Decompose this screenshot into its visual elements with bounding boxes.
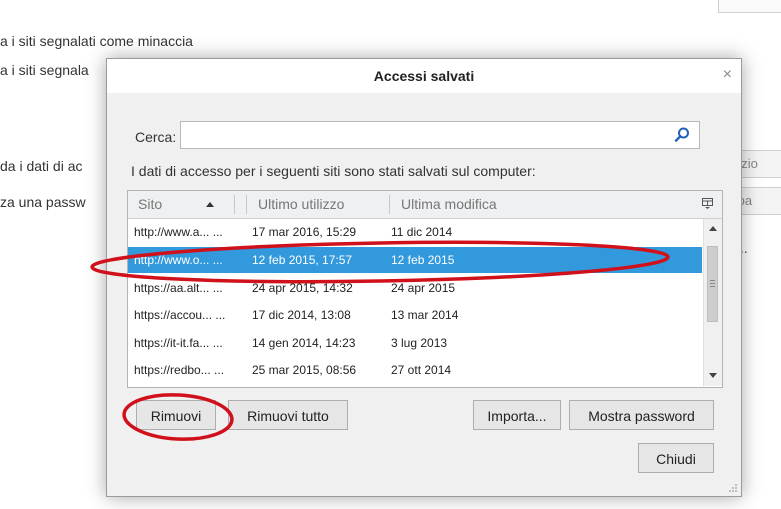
last-modified-cell: 3 lug 2013 [391, 336, 448, 350]
background-text-line-2: a i siti segnala [0, 62, 89, 78]
table-row[interactable]: http://www.a... ... 17 mar 2016, 15:29 1… [128, 219, 702, 245]
site-cell: https://redbo... ... [134, 363, 225, 377]
table-header: Sito Ultimo utilizzo Ultima modifica [128, 191, 722, 219]
close-button[interactable]: Chiudi [638, 443, 714, 473]
last-used-cell: 17 dic 2014, 13:08 [252, 308, 351, 322]
last-modified-cell: 12 feb 2015 [391, 253, 455, 267]
column-picker-icon[interactable] [702, 198, 713, 209]
background-button-edge [718, 0, 781, 13]
saved-logins-description: I dati di accesso per i seguenti siti so… [131, 163, 536, 179]
logins-table: Sito Ultimo utilizzo Ultima modifica htt… [127, 190, 723, 388]
table-row[interactable]: https://redbo... ... 25 mar 2015, 08:56 … [128, 357, 702, 383]
table-row[interactable]: https://aa.alt... ... 24 apr 2015, 14:32… [128, 275, 702, 301]
last-used-cell: 17 mar 2016, 15:29 [252, 225, 357, 239]
close-icon[interactable]: × [723, 66, 732, 84]
search-input[interactable] [185, 122, 669, 148]
saved-logins-dialog: Accessi salvati × Cerca: I dati di acces… [106, 58, 742, 497]
last-modified-cell: 13 mar 2014 [391, 308, 459, 322]
last-modified-cell: 24 apr 2015 [391, 281, 456, 295]
resize-grip-icon[interactable] [728, 483, 738, 493]
remove-all-button[interactable]: Rimuovi tutto [228, 400, 348, 430]
remove-button[interactable]: Rimuovi [136, 400, 216, 430]
background-text-line-1: a i siti segnalati come minaccia [0, 33, 193, 49]
scroll-up-arrow-icon[interactable] [709, 226, 717, 231]
show-passwords-button[interactable]: Mostra password [569, 400, 714, 430]
scroll-down-arrow-icon[interactable] [709, 373, 717, 378]
table-row[interactable]: https://it-it.fa... ... 14 gen 2014, 14:… [128, 330, 702, 356]
site-cell: https://aa.alt... ... [134, 281, 223, 295]
last-used-cell: 12 feb 2015, 17:57 [252, 253, 353, 267]
background-text-line-4: za una passw [0, 194, 86, 210]
sort-ascending-icon [206, 202, 214, 207]
site-cell: http://www.o... ... [134, 253, 223, 267]
grip-line [710, 286, 715, 287]
last-used-cell: 25 mar 2015, 08:56 [252, 363, 357, 377]
column-header-last-modified[interactable]: Ultima modifica [401, 191, 497, 218]
table-row[interactable]: https://accou... ... 17 dic 2014, 13:08 … [128, 302, 702, 328]
last-modified-cell: 27 ott 2014 [391, 363, 452, 377]
last-modified-cell: 11 dic 2014 [391, 225, 453, 239]
table-row-selected[interactable]: http://www.o... ... 12 feb 2015, 17:57 1… [128, 247, 702, 273]
search-field[interactable] [180, 121, 700, 149]
column-separator [246, 195, 247, 214]
site-cell: https://accou... ... [134, 308, 226, 322]
search-label: Cerca: [135, 129, 177, 145]
site-cell: https://it-it.fa... ... [134, 336, 223, 350]
column-header-last-used[interactable]: Ultimo utilizzo [258, 191, 344, 218]
search-icon[interactable] [673, 126, 691, 144]
column-header-site[interactable]: Sito [138, 191, 162, 218]
column-separator [234, 195, 235, 214]
last-used-cell: 14 gen 2014, 14:23 [252, 336, 356, 350]
table-scrollbar[interactable] [703, 219, 722, 386]
column-separator [389, 195, 390, 214]
grip-line [710, 283, 715, 284]
import-button[interactable]: Importa... [473, 400, 561, 430]
background-text-line-3: da i dati di ac [0, 158, 83, 174]
last-used-cell: 24 apr 2015, 14:32 [252, 281, 353, 295]
scrollbar-thumb[interactable] [707, 246, 718, 322]
site-cell: http://www.a... ... [134, 225, 223, 239]
grip-line [710, 280, 715, 281]
dialog-title: Accessi salvati [373, 68, 475, 84]
dialog-titlebar: Accessi salvati × [107, 59, 741, 93]
